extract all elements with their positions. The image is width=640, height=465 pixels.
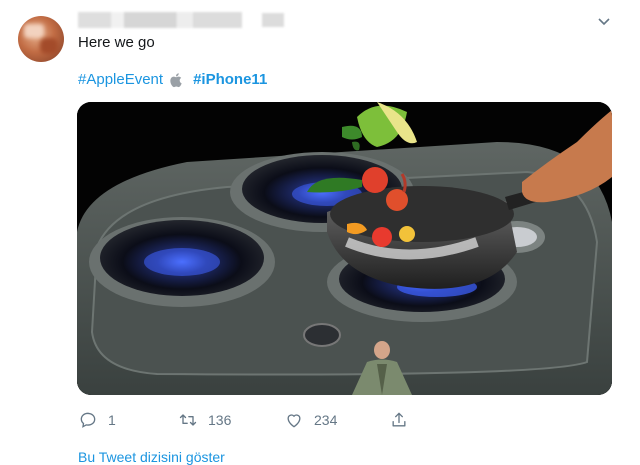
reply-icon <box>80 412 96 428</box>
share-button[interactable] <box>389 410 409 430</box>
avatar[interactable] <box>18 16 64 62</box>
tweet-text: Here we go <box>78 34 155 51</box>
hashtag-iphone11[interactable]: #iPhone11 <box>193 71 267 88</box>
show-thread-link[interactable]: Bu Tweet dizisini göster <box>78 449 225 465</box>
hashtag-row: #AppleEvent #iPhone11 <box>78 71 267 88</box>
retweet-button[interactable]: 136 <box>178 410 231 430</box>
retweet-count: 136 <box>208 412 232 428</box>
retweet-icon <box>179 414 197 426</box>
reply-button[interactable]: 1 <box>78 410 116 430</box>
username-blurred[interactable] <box>262 13 284 27</box>
tweet-media-image[interactable] <box>77 102 612 395</box>
like-button[interactable]: 234 <box>284 410 337 430</box>
reply-count: 1 <box>108 412 116 428</box>
apple-logo-icon <box>169 72 183 88</box>
heart-icon <box>287 414 301 428</box>
hashtag-appleevent[interactable]: #AppleEvent <box>78 71 163 88</box>
action-bar: 1 136 234 <box>78 410 618 434</box>
display-name-blurred[interactable] <box>78 12 242 28</box>
tweet-card: Here we go #AppleEvent #iPhone11 1 136 2… <box>0 0 640 465</box>
like-count: 234 <box>314 412 338 428</box>
share-icon <box>392 412 406 427</box>
chevron-down-icon[interactable] <box>597 14 611 28</box>
